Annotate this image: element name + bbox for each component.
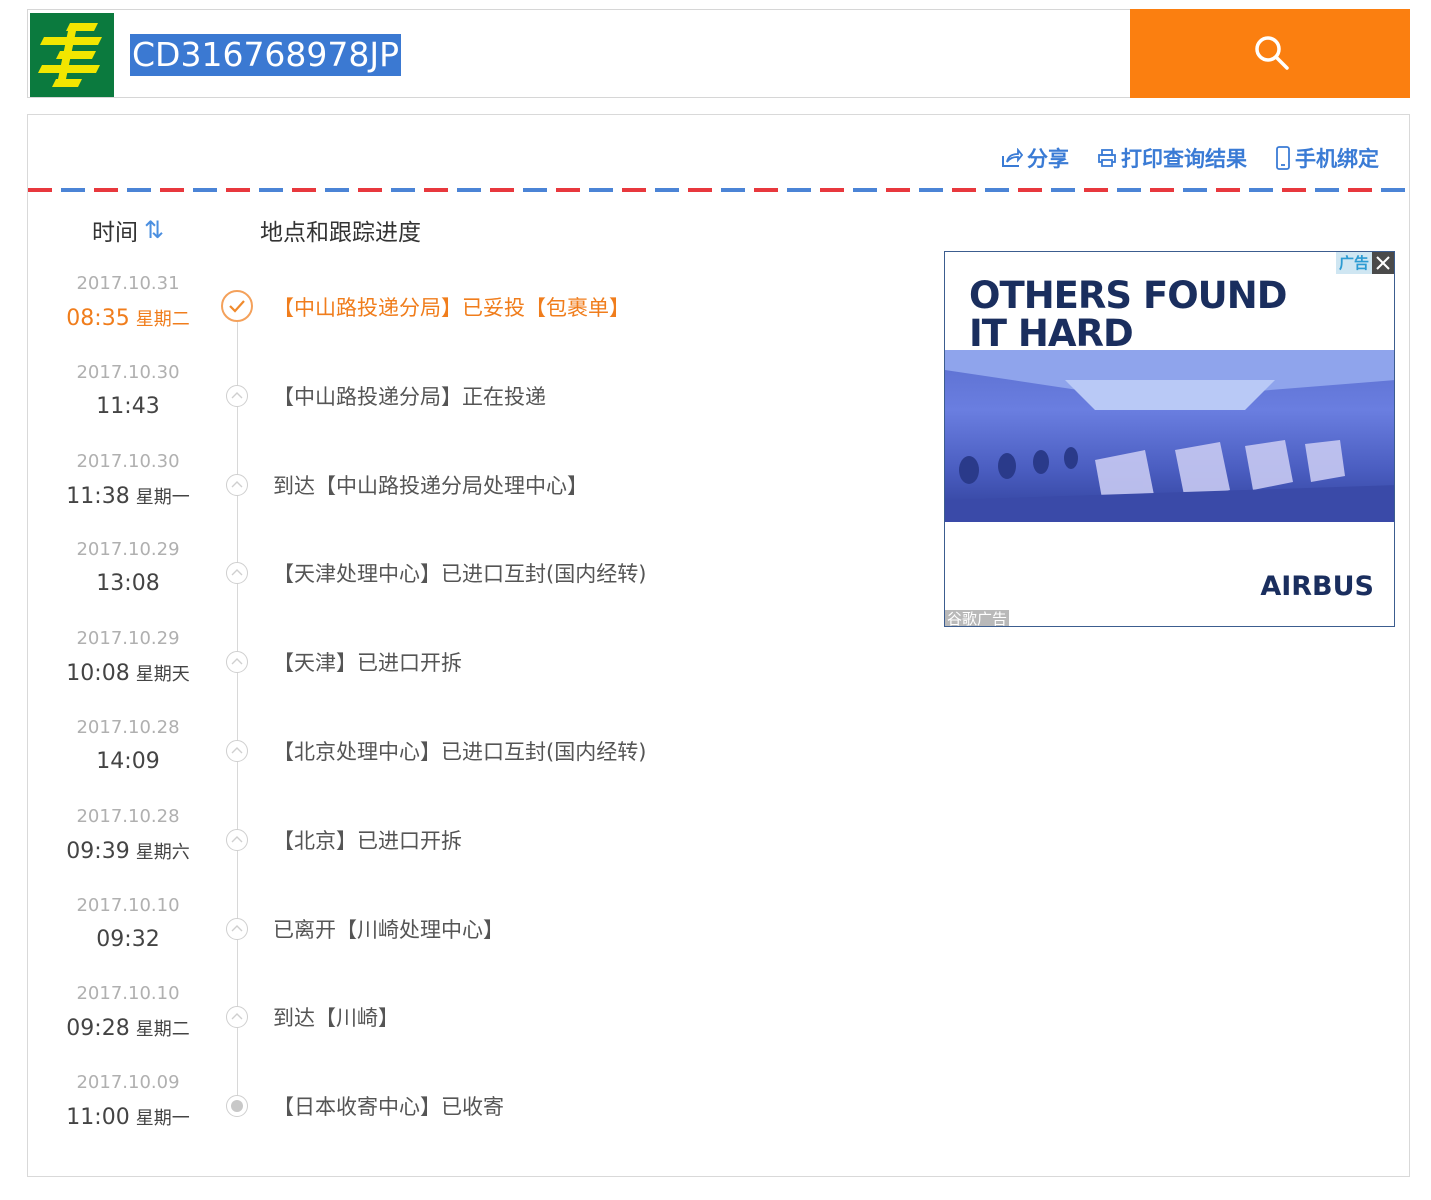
event-description: 【中山路投递分局】正在投递 — [273, 384, 546, 409]
search-icon — [1255, 36, 1289, 70]
event-time-wrapper: 13:08 — [28, 571, 228, 596]
event-description: 到达【中山路投递分局处理中心】 — [273, 473, 588, 498]
timeline-row: 2017.10.29 10:08 星期天 【天津】已进口开拆 — [28, 628, 928, 717]
ad-footer-label: 谷歌广告 — [945, 610, 1010, 627]
close-icon[interactable] — [1372, 252, 1394, 274]
share-button[interactable]: 分享 — [1001, 143, 1069, 173]
chevron-up-icon — [226, 384, 248, 407]
ad-brand: AIRBUS — [1260, 571, 1374, 602]
time-column-label: 时间 — [92, 220, 138, 246]
event-weekday: 星期二 — [135, 1019, 190, 1041]
event-time: 14:09 — [96, 749, 160, 774]
event-date: 2017.10.30 — [76, 450, 180, 472]
mobile-bind-button[interactable]: 手机绑定 — [1275, 143, 1379, 173]
event-weekday: 星期天 — [135, 664, 190, 686]
event-weekday: 星期二 — [135, 309, 190, 330]
print-label: 打印查询结果 — [1121, 147, 1247, 171]
timeline-row: 2017.10.10 09:32 已离开【川崎处理中心】 — [28, 895, 928, 984]
event-description: 【北京】已进口开拆 — [273, 828, 462, 853]
event-date: 2017.10.28 — [76, 805, 180, 827]
ad-badge[interactable]: 广告 — [1335, 252, 1372, 274]
search-button[interactable] — [1130, 9, 1410, 98]
check-icon — [221, 290, 253, 322]
event-date: 2017.10.28 — [76, 717, 180, 738]
tracking-result-panel: 分享 打印查询结果 手机绑定 时间 ⇅ 地点和跟踪进度 2017.10.31 08… — [27, 114, 1410, 1177]
event-time: 09:28 — [66, 1016, 130, 1042]
search-input[interactable]: CD316768978JP — [130, 34, 402, 76]
search-bar: CD316768978JP — [27, 9, 1410, 98]
origin-dot-icon — [226, 1095, 248, 1118]
chevron-up-icon — [226, 917, 248, 940]
timeline-row: 2017.10.29 13:08 【天津处理中心】已进口互封(国内经转) — [28, 539, 928, 628]
chevron-up-icon — [226, 651, 248, 674]
ad-cabin-image — [945, 350, 1394, 522]
event-date: 2017.10.10 — [76, 894, 180, 916]
timeline-row: 2017.10.30 11:43 【中山路投递分局】正在投递 — [28, 362, 928, 451]
event-time: 10:08 — [66, 661, 130, 687]
chevron-up-icon — [226, 1006, 248, 1029]
china-post-logo — [30, 13, 114, 97]
timeline-row: 2017.10.31 08:35 星期二 【中山路投递分局】已妥投【包裹单】 — [28, 273, 928, 362]
timeline-row: 2017.10.10 09:28 星期二 到达【川崎】 — [28, 983, 928, 1072]
airmail-divider — [28, 188, 1409, 192]
share-icon — [1002, 148, 1023, 167]
timeline-row: 2017.10.28 14:09 【北京处理中心】已进口互封(国内经转) — [28, 717, 928, 806]
timeline-row: 2017.10.28 09:39 星期六 【北京】已进口开拆 — [28, 806, 928, 895]
event-weekday: 星期一 — [135, 486, 190, 508]
event-description: 【天津】已进口开拆 — [273, 651, 462, 676]
event-time: 09:39 — [66, 838, 130, 864]
event-time-wrapper: 09:28 星期二 — [28, 1015, 228, 1041]
ad-headline: OTHERS FOUND IT HARD — [969, 274, 1287, 355]
ad-banner[interactable]: OTHERS FOUND IT HARD AIRBUS 广告 谷歌广告 — [944, 251, 1395, 627]
event-description: 到达【川崎】 — [273, 1006, 399, 1031]
timeline-row: 2017.10.09 11:00 星期一 【日本收寄中心】已收寄 — [28, 1072, 928, 1161]
place-column-header: 地点和跟踪进度 — [260, 220, 421, 246]
event-date: 2017.10.09 — [76, 1072, 180, 1094]
chevron-up-icon — [226, 562, 248, 585]
event-time-wrapper: 09:32 — [28, 927, 228, 952]
event-time-wrapper: 14:09 — [28, 749, 228, 774]
event-time-wrapper: 10:08 星期天 — [28, 660, 228, 686]
event-description: 【中山路投递分局】已妥投【包裹单】 — [273, 296, 630, 320]
mobile-icon — [1276, 146, 1290, 170]
event-time: 09:32 — [96, 926, 160, 952]
event-description: 【天津处理中心】已进口互封(国内经转) — [273, 562, 647, 587]
event-time-wrapper: 08:35 星期二 — [28, 305, 228, 331]
event-time: 13:08 — [96, 571, 160, 597]
event-date: 2017.10.29 — [76, 539, 180, 561]
event-time: 11:43 — [96, 393, 160, 419]
event-date: 2017.10.31 — [76, 273, 180, 294]
event-date: 2017.10.30 — [76, 361, 180, 383]
event-time: 11:38 — [66, 483, 130, 509]
time-column-header[interactable]: 时间 ⇅ — [92, 213, 164, 247]
event-date: 2017.10.29 — [76, 628, 180, 650]
ad-headline-line-2: IT HARD — [969, 312, 1134, 355]
ad-headline-line-1: OTHERS FOUND — [969, 274, 1287, 317]
event-time-wrapper: 11:38 星期一 — [28, 483, 228, 509]
event-time-wrapper: 09:39 星期六 — [28, 838, 228, 864]
event-description: 【日本收寄中心】已收寄 — [273, 1095, 504, 1120]
print-button[interactable]: 打印查询结果 — [1097, 143, 1247, 173]
event-description: 【北京处理中心】已进口互封(国内经转) — [273, 740, 647, 764]
mobile-bind-label: 手机绑定 — [1295, 147, 1379, 171]
event-time-wrapper: 11:00 星期一 — [28, 1104, 228, 1130]
share-label: 分享 — [1027, 147, 1069, 171]
event-time: 11:00 — [66, 1105, 130, 1131]
event-time-wrapper: 11:43 — [28, 394, 228, 419]
timeline-row: 2017.10.30 11:38 星期一 到达【中山路投递分局处理中心】 — [28, 451, 928, 540]
event-time: 08:35 — [66, 306, 130, 331]
print-icon — [1098, 149, 1116, 167]
event-description: 已离开【川崎处理中心】 — [273, 917, 504, 942]
result-toolbar: 分享 打印查询结果 手机绑定 — [1001, 143, 1379, 173]
chevron-up-icon — [226, 473, 248, 496]
event-date: 2017.10.10 — [76, 983, 180, 1005]
chevron-up-icon — [226, 828, 248, 851]
event-weekday: 星期六 — [135, 841, 190, 863]
event-weekday: 星期一 — [135, 1108, 190, 1130]
sort-icon[interactable]: ⇅ — [144, 216, 164, 244]
chevron-up-icon — [226, 740, 248, 762]
